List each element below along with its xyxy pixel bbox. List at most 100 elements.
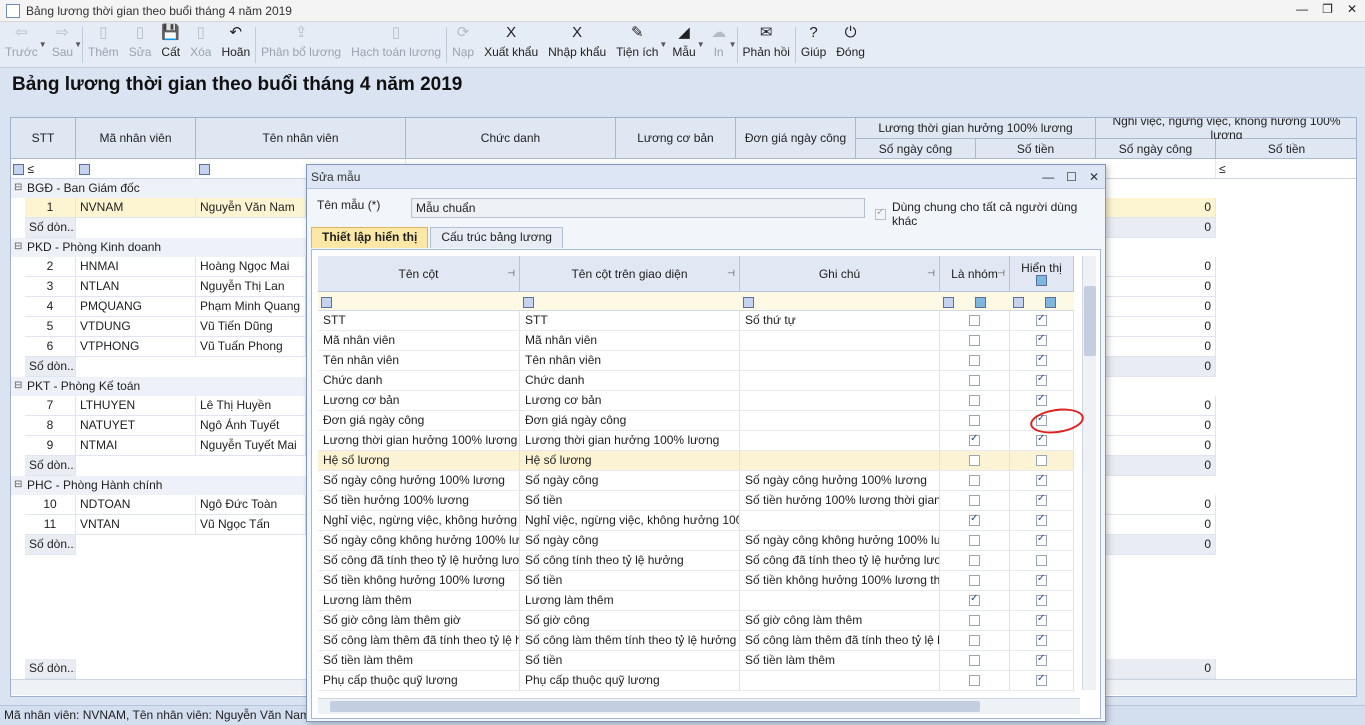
is-group-checkbox[interactable] xyxy=(969,315,980,326)
cell-ghi-chu[interactable] xyxy=(740,371,940,391)
visible-checkbox[interactable] xyxy=(1036,473,1047,486)
cell-stt[interactable]: 8 xyxy=(25,416,76,436)
visible-checkbox-cell[interactable] xyxy=(1010,671,1074,691)
template-name-input[interactable]: Mẫu chuẩn xyxy=(411,198,865,218)
visible-checkbox[interactable] xyxy=(1036,433,1047,446)
list-item[interactable]: Số tiền không hưởng 100% lương Số tiền Số … xyxy=(318,571,1078,591)
visible-checkbox[interactable] xyxy=(1036,373,1047,386)
visible-checkbox-cell[interactable] xyxy=(1010,431,1074,451)
filter-ten-cot[interactable] xyxy=(318,292,520,311)
nạp-button[interactable]: ⟳ Nạp xyxy=(447,22,479,68)
cell-giao-dien[interactable]: Số ngày công xyxy=(520,471,740,491)
cell-giao-dien[interactable]: Mã nhân viên xyxy=(520,331,740,351)
summary-value[interactable]: 0 xyxy=(1096,218,1216,238)
filter-ma[interactable] xyxy=(76,159,196,179)
tab-display-settings[interactable]: Thiết lập hiển thị xyxy=(311,227,429,248)
cell-ghi-chu[interactable]: Số tiền hưởng 100% lương thời gian xyxy=(740,491,940,511)
summary-label[interactable]: Số dòn... xyxy=(25,456,76,476)
is-group-checkbox-cell[interactable] xyxy=(940,311,1010,331)
cell-stt[interactable]: 1 xyxy=(25,198,76,218)
filter-stt[interactable]: ≤ xyxy=(11,159,76,179)
col-header-stt[interactable]: STT xyxy=(11,118,76,159)
cell-ten-cot[interactable]: Lương cơ bản xyxy=(318,391,520,411)
is-group-checkbox[interactable] xyxy=(969,335,980,346)
cell-ten-cot[interactable]: Nghỉ việc, ngừng việc, không hưởng 100 xyxy=(318,511,520,531)
cell-ten-cot[interactable]: Lương làm thêm xyxy=(318,591,520,611)
cell-ghi-chu[interactable]: Số ngày công không hưởng 100% lươ xyxy=(740,531,940,551)
cell-giao-dien[interactable]: Tên nhân viên xyxy=(520,351,740,371)
cell-ghi-chu[interactable] xyxy=(740,331,940,351)
cell-ten-cot[interactable]: Tên nhân viên xyxy=(318,351,520,371)
cell-ghi-chu[interactable] xyxy=(740,351,940,371)
dialog-close-button[interactable]: ✕ xyxy=(1089,165,1099,189)
scroll-thumb[interactable] xyxy=(330,701,980,712)
list-item[interactable]: Chức danh Chức danh xyxy=(318,371,1078,391)
cell-ten[interactable]: Hoàng Ngọc Mai xyxy=(196,257,306,277)
cell-ma[interactable]: VTDUNG xyxy=(76,317,196,337)
visible-checkbox[interactable] xyxy=(1036,333,1047,346)
cell-stt[interactable]: 9 xyxy=(25,436,76,456)
visible-checkbox-cell[interactable] xyxy=(1010,371,1074,391)
cell-ma[interactable]: NTMAI xyxy=(76,436,196,456)
phân-bổ-lương-button[interactable]: ⇪ Phân bổ lương xyxy=(256,22,346,68)
list-item[interactable]: Lương làm thêm Lương làm thêm xyxy=(318,591,1078,611)
cell-ten-cot[interactable]: Số tiền không hưởng 100% lương xyxy=(318,571,520,591)
is-group-checkbox-cell[interactable] xyxy=(940,411,1010,431)
cell-giao-dien[interactable]: Lương cơ bản xyxy=(520,391,740,411)
cell-ten-cot[interactable]: Mã nhân viên xyxy=(318,331,520,351)
list-item[interactable]: Số giờ công làm thêm giờ Số giờ công Số gi… xyxy=(318,611,1078,631)
dropdown-arrow-icon[interactable]: ▼ xyxy=(39,40,47,49)
cell-ghi-chu[interactable] xyxy=(740,511,940,531)
visible-checkbox[interactable] xyxy=(1036,633,1047,646)
cell-ten[interactable]: Lê Thị Huyền xyxy=(196,396,306,416)
summary-value[interactable]: 0 xyxy=(1096,357,1216,377)
is-group-checkbox[interactable] xyxy=(969,395,980,406)
cất-button[interactable]: 💾 Cất xyxy=(156,22,185,68)
visible-checkbox[interactable] xyxy=(1036,555,1047,566)
list-item[interactable]: Lương thời gian hưởng 100% lương Lương th… xyxy=(318,431,1078,451)
cell-ma[interactable]: NTLAN xyxy=(76,277,196,297)
hoãn-button[interactable]: ↶ Hoãn xyxy=(216,22,255,68)
summary-value[interactable]: 0 xyxy=(1096,456,1216,476)
summary-value[interactable]: 0 xyxy=(1096,535,1216,555)
col-header-ma[interactable]: Mã nhân viên xyxy=(76,118,196,159)
visible-checkbox[interactable] xyxy=(1036,353,1047,366)
col-header-sotien-1[interactable]: Số tiền xyxy=(976,139,1096,159)
cell-value[interactable]: 0 xyxy=(1096,317,1216,337)
columns-config-grid[interactable]: Tên cột ⊣ Tên cột trên giao diện ⊣ Ghi chú… xyxy=(311,249,1101,719)
xóa-button[interactable]: ▯ Xóa xyxy=(185,22,216,68)
list-item[interactable]: Phụ cấp thuộc quỹ lương Phụ cấp thuộc quỹ… xyxy=(318,671,1078,691)
filter-la-nhom[interactable] xyxy=(940,292,1010,311)
cell-stt[interactable]: 2 xyxy=(25,257,76,277)
is-group-checkbox[interactable] xyxy=(969,415,980,426)
cell-ten-cot[interactable]: Lương thời gian hưởng 100% lương xyxy=(318,431,520,451)
cell-ghi-chu[interactable] xyxy=(740,591,940,611)
cell-ma[interactable]: NATUYET xyxy=(76,416,196,436)
is-group-checkbox-cell[interactable] xyxy=(940,511,1010,531)
visible-checkbox-cell[interactable] xyxy=(1010,531,1074,551)
is-group-checkbox[interactable] xyxy=(969,635,980,646)
is-group-checkbox[interactable] xyxy=(969,433,980,446)
cell-giao-dien[interactable]: Số công tính theo tỷ lệ hưởng xyxy=(520,551,740,571)
cell-stt[interactable]: 11 xyxy=(25,515,76,535)
is-group-checkbox-cell[interactable] xyxy=(940,631,1010,651)
visible-checkbox-cell[interactable] xyxy=(1010,451,1074,471)
filter-giao-dien[interactable] xyxy=(520,292,740,311)
visible-checkbox[interactable] xyxy=(1036,513,1047,526)
is-group-checkbox-cell[interactable] xyxy=(940,611,1010,631)
filter-ghi-chu[interactable] xyxy=(740,292,940,311)
is-group-checkbox-cell[interactable] xyxy=(940,531,1010,551)
group-header[interactable]: PKT - Phòng Kế toán xyxy=(11,377,307,396)
cell-ten-cot[interactable]: Số ngày công hưởng 100% lương xyxy=(318,471,520,491)
cell-giao-dien[interactable]: Phụ cấp thuộc quỹ lương xyxy=(520,671,740,691)
cell-ma[interactable]: PMQUANG xyxy=(76,297,196,317)
is-group-checkbox[interactable] xyxy=(969,535,980,546)
cell-giao-dien[interactable]: Lương làm thêm xyxy=(520,591,740,611)
cell-giao-dien[interactable]: STT xyxy=(520,311,740,331)
is-group-checkbox-cell[interactable] xyxy=(940,671,1010,691)
is-group-checkbox[interactable] xyxy=(969,655,980,666)
scroll-thumb[interactable] xyxy=(1084,286,1096,356)
visible-checkbox[interactable] xyxy=(1036,393,1047,406)
cell-giao-dien[interactable]: Số tiền xyxy=(520,491,740,511)
cell-value[interactable]: 0 xyxy=(1096,297,1216,317)
